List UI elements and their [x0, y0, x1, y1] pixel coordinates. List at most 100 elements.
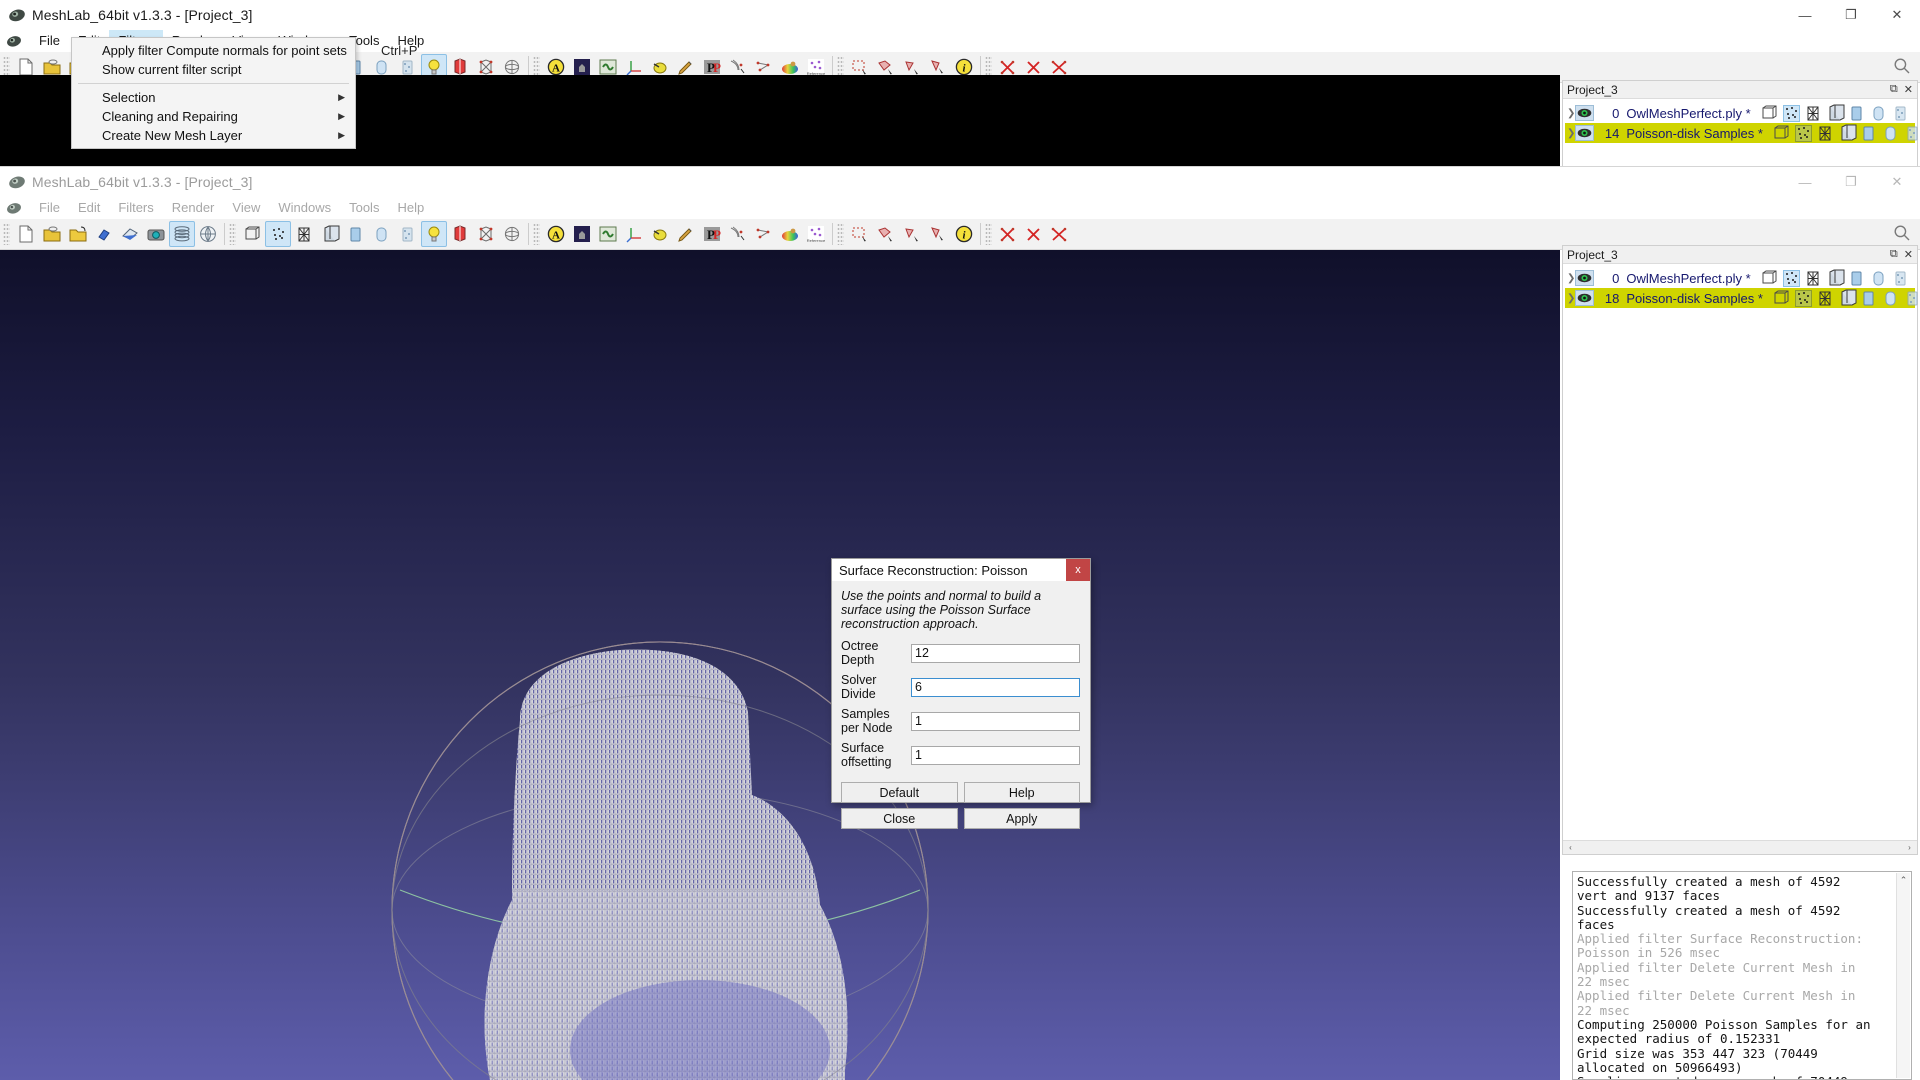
toolbar-delete-face-button[interactable]	[995, 221, 1021, 247]
visibility-eye-icon[interactable]	[1575, 270, 1595, 286]
mesh-tree-row[interactable]: ❯ 0 OwlMeshPerfect.ply *	[1565, 103, 1915, 123]
front-close-button[interactable]: ✕	[1874, 167, 1920, 197]
mesh-mode-points-button[interactable]	[1782, 104, 1800, 122]
toolbar-open-mesh-button[interactable]	[65, 221, 91, 247]
scroll-left-arrow[interactable]: ‹	[1564, 841, 1577, 854]
toolbar-layers-button[interactable]	[169, 221, 195, 247]
close-button[interactable]: ✕	[1874, 0, 1920, 30]
toolbar-smooth-render-button[interactable]	[369, 221, 395, 247]
apply-button[interactable]: Apply	[963, 808, 1080, 829]
toolbar-select-rect-button[interactable]	[847, 221, 873, 247]
toolbar-grip[interactable]	[533, 223, 540, 245]
default-button[interactable]: Default	[841, 782, 958, 803]
solver-divide-input[interactable]	[911, 677, 1080, 697]
mesh-mode-texture-button[interactable]	[1905, 125, 1920, 142]
minimize-button[interactable]: —	[1782, 0, 1828, 30]
mesh-mode-bbox-button[interactable]	[1761, 105, 1778, 122]
toolbar-open-project-button[interactable]	[39, 221, 65, 247]
toolbar-hidden-line-button[interactable]	[317, 221, 343, 247]
front-menu-tools[interactable]: Tools	[340, 197, 388, 219]
toolbar-align-button[interactable]	[751, 221, 777, 247]
maximize-button[interactable]: ❐	[1828, 0, 1874, 30]
mesh-tree-row[interactable]: ❯ 0 OwlMeshPerfect.ply *	[1565, 268, 1915, 288]
toolbar-pick-points-button[interactable]: PP	[699, 221, 725, 247]
mesh-mode-flat-button[interactable]	[1861, 125, 1878, 142]
mesh-tree-row[interactable]: ❯ 18 Poisson-disk Samples *	[1565, 288, 1918, 308]
toolbar-grip[interactable]	[837, 223, 844, 245]
toolbar-double-side-button[interactable]	[447, 221, 473, 247]
toolbar-select-conn-button[interactable]	[925, 221, 951, 247]
project-panel-hscrollbar[interactable]: ‹ ›	[1563, 840, 1917, 854]
octree-depth-input[interactable]	[911, 643, 1080, 663]
close-icon[interactable]: ✕	[1904, 83, 1913, 96]
toolbar-lighting-button[interactable]	[421, 221, 447, 247]
toolbar-gauss-button[interactable]	[725, 221, 751, 247]
toolbar-paint-button[interactable]	[673, 221, 699, 247]
mesh-mode-hidden-button[interactable]	[1839, 289, 1857, 307]
front-minimize-button[interactable]: —	[1782, 167, 1828, 197]
mesh-mode-wire-button[interactable]	[1805, 105, 1822, 122]
surface-offsetting-input[interactable]	[911, 745, 1080, 765]
toolbar-fancy-light-button[interactable]	[473, 221, 499, 247]
toolbar-select-vert-button[interactable]	[899, 221, 925, 247]
toolbar-wireframe-render-button[interactable]	[291, 221, 317, 247]
toolbar-camera-button[interactable]	[143, 221, 169, 247]
log-panel[interactable]: Successfully created a mesh of 4592 vert …	[1572, 871, 1912, 1080]
log-vscrollbar[interactable]: ⌃	[1896, 873, 1910, 1078]
toolbar-trackball-button[interactable]	[499, 221, 525, 247]
toolbar-flat-render-button[interactable]	[343, 221, 369, 247]
toolbar-measure-button[interactable]	[647, 221, 673, 247]
toolbar-axis-letter-button[interactable]: A	[543, 221, 569, 247]
toolbar-info-button[interactable]: i	[951, 221, 977, 247]
dialog-close-button[interactable]: x	[1066, 559, 1090, 581]
front-menu-windows[interactable]: Windows	[269, 197, 340, 219]
toolbar-save-snapshot-button[interactable]	[117, 221, 143, 247]
toolbar-grip[interactable]	[229, 223, 236, 245]
toolbar-colorize-button[interactable]	[777, 221, 803, 247]
toolbar-axes-button[interactable]	[621, 221, 647, 247]
menu-item-create-new-mesh-layer[interactable]: Create New Mesh Layer ▶	[72, 126, 355, 145]
toolbar-globe-button[interactable]	[195, 221, 221, 247]
front-menu-filters[interactable]: Filters	[109, 197, 162, 219]
expand-arrow-icon[interactable]: ❯	[1567, 128, 1575, 139]
log-scroll-up-arrow[interactable]: ⌃	[1897, 873, 1910, 886]
mesh-mode-hidden-button[interactable]	[1827, 104, 1845, 122]
toolbar-grip[interactable]	[985, 223, 992, 245]
mesh-mode-texture-button[interactable]	[1905, 290, 1920, 307]
front-maximize-button[interactable]: ❐	[1828, 167, 1874, 197]
toolbar-decorate-button[interactable]	[595, 221, 621, 247]
toolbar-delete-vert-button[interactable]	[1021, 221, 1047, 247]
menu-item-apply-filter[interactable]: Apply filter Compute normals for point s…	[72, 41, 417, 60]
menu-file[interactable]: File	[30, 30, 69, 52]
toolbar-shadow-button[interactable]	[569, 221, 595, 247]
front-menu-view[interactable]: View	[223, 197, 269, 219]
toolbar-reload-button[interactable]	[91, 221, 117, 247]
close-icon[interactable]: ✕	[1904, 248, 1913, 261]
mesh-mode-smooth-button[interactable]	[1883, 290, 1900, 307]
expand-arrow-icon[interactable]: ❯	[1567, 293, 1575, 304]
front-menu-edit[interactable]: Edit	[69, 197, 109, 219]
mesh-mode-texture-button[interactable]	[1893, 105, 1910, 122]
mesh-mode-bbox-button[interactable]	[1773, 290, 1790, 307]
toolbar-search-button[interactable]	[1892, 223, 1914, 245]
toolbar-select-face-button[interactable]	[873, 221, 899, 247]
front-menu-help[interactable]: Help	[388, 197, 433, 219]
expand-arrow-icon[interactable]: ❯	[1567, 108, 1575, 119]
float-icon[interactable]: ⧉	[1890, 248, 1898, 261]
toolbar-texture-render-button[interactable]	[395, 221, 421, 247]
mesh-mode-smooth-button[interactable]	[1871, 105, 1888, 122]
front-menu-file[interactable]: File	[30, 197, 69, 219]
mesh-mode-wire-button[interactable]	[1805, 270, 1822, 287]
front-menu-render[interactable]: Render	[163, 197, 224, 219]
visibility-eye-icon[interactable]	[1575, 125, 1595, 141]
toolbar-search-button[interactable]	[1892, 56, 1914, 78]
menu-item-selection[interactable]: Selection ▶	[72, 88, 355, 107]
mesh-mode-flat-button[interactable]	[1849, 105, 1866, 122]
help-button[interactable]: Help	[963, 782, 1080, 803]
toolbar-new-document-button[interactable]	[13, 221, 39, 247]
visibility-eye-icon[interactable]	[1575, 105, 1595, 121]
toolbar-points-render-button[interactable]	[265, 221, 291, 247]
mesh-mode-flat-button[interactable]	[1861, 290, 1878, 307]
mesh-mode-hidden-button[interactable]	[1827, 269, 1845, 287]
3d-viewport[interactable]	[0, 250, 1560, 1080]
